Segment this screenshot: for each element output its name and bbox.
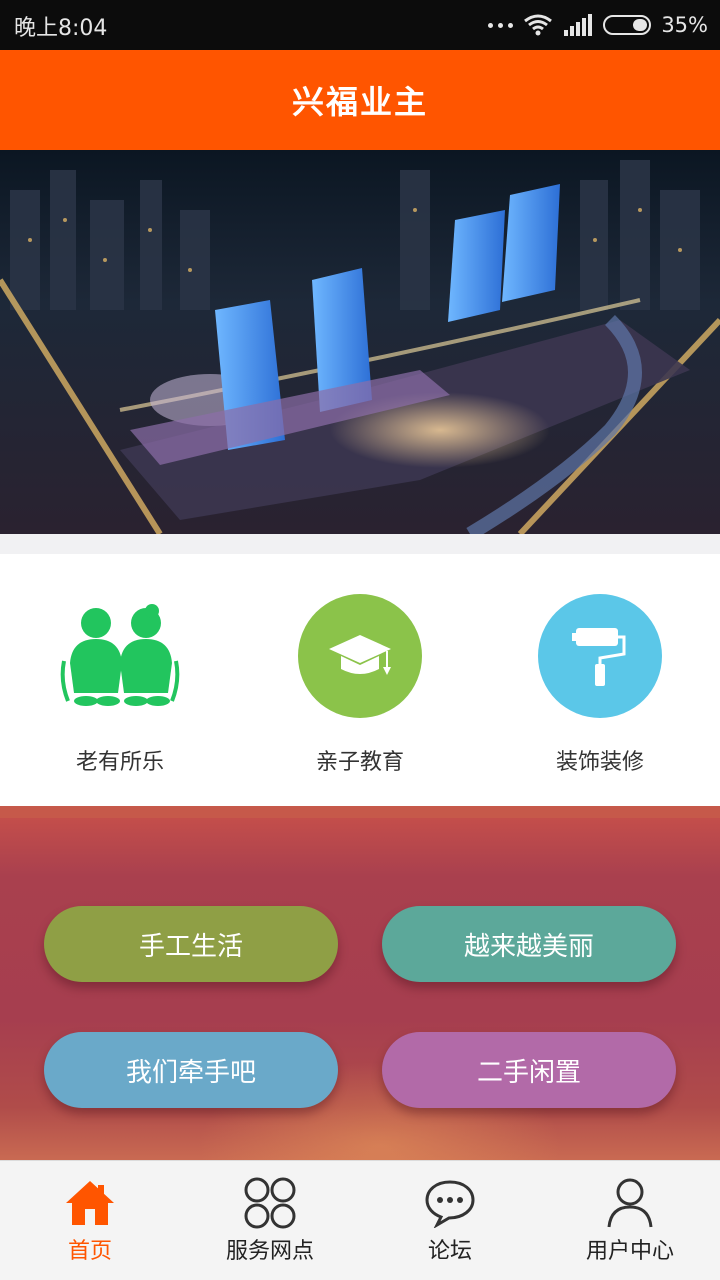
elderly-couple-icon xyxy=(58,594,182,718)
promo-divider xyxy=(0,806,720,818)
button-label: 我们牵手吧 xyxy=(125,1057,256,1088)
graduation-cap-icon xyxy=(298,594,422,718)
battery-percent: 35% xyxy=(661,13,708,37)
button-label: 越来越美丽 xyxy=(463,931,594,962)
bottom-tab-bar: 首页 服务网点 论坛 用户中心 xyxy=(0,1160,720,1280)
feature-section: 老有所乐 亲子教育 装饰装修 xyxy=(0,554,720,806)
handmade-life-button[interactable]: 手工生活 xyxy=(44,906,338,982)
status-bar: 晚上8:04 35% xyxy=(0,0,720,50)
more-dots-icon xyxy=(488,22,514,28)
city-night-image xyxy=(0,160,720,534)
paint-roller-icon xyxy=(538,594,662,718)
battery-fill xyxy=(633,19,648,31)
signal-icon xyxy=(564,14,593,36)
user-icon xyxy=(540,1175,720,1231)
feature-label: 老有所乐 xyxy=(75,750,164,775)
chat-bubble-icon xyxy=(360,1175,540,1231)
grid-icon xyxy=(180,1175,360,1231)
page-title: 兴福业主 xyxy=(291,83,428,121)
feature-decoration[interactable]: 装饰装修 xyxy=(500,594,700,776)
feature-education[interactable]: 亲子教育 xyxy=(260,594,460,776)
button-label: 二手闲置 xyxy=(476,1057,581,1088)
status-right: 35% xyxy=(488,10,708,40)
more-beautiful-button[interactable]: 越来越美丽 xyxy=(382,906,676,982)
status-time: 晚上8:04 xyxy=(14,16,108,41)
wifi-icon xyxy=(524,14,553,36)
tab-home[interactable]: 首页 xyxy=(0,1175,180,1265)
tab-label: 论坛 xyxy=(427,1239,472,1264)
tab-forum[interactable]: 论坛 xyxy=(360,1175,540,1265)
tab-label: 服务网点 xyxy=(225,1239,314,1264)
app-header: 兴福业主 xyxy=(0,50,720,150)
tab-service-points[interactable]: 服务网点 xyxy=(180,1175,360,1265)
second-hand-button[interactable]: 二手闲置 xyxy=(382,1032,676,1108)
feature-label: 装饰装修 xyxy=(555,750,644,775)
tab-label: 首页 xyxy=(67,1239,112,1264)
banner-carousel[interactable] xyxy=(0,150,720,534)
hand-in-hand-button[interactable]: 我们牵手吧 xyxy=(44,1032,338,1108)
feature-label: 亲子教育 xyxy=(315,750,404,775)
tab-label: 用户中心 xyxy=(585,1239,674,1264)
feature-elderly[interactable]: 老有所乐 xyxy=(20,594,220,776)
tab-user-center[interactable]: 用户中心 xyxy=(540,1175,720,1265)
battery-icon xyxy=(603,15,652,35)
promo-section: 手工生活 越来越美丽 我们牵手吧 二手闲置 xyxy=(0,806,720,1160)
home-icon xyxy=(0,1175,180,1231)
button-label: 手工生活 xyxy=(138,931,243,962)
